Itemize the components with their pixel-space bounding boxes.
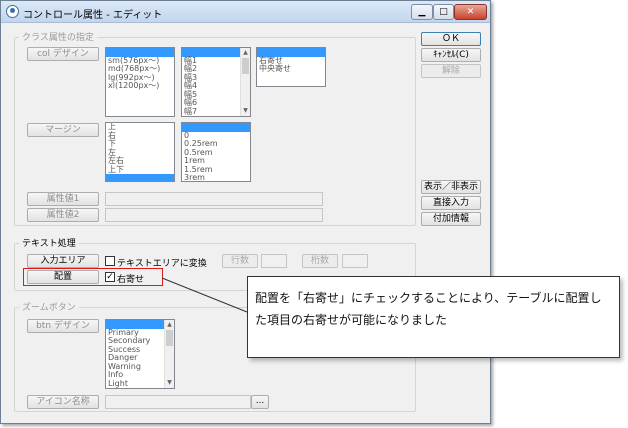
- callout-connector: [161, 277, 248, 313]
- callout-line: [161, 277, 248, 313]
- callout-text: 配置を「右寄せ」にチェックすることにより、テーブルに配置した項目の右寄せが可能に…: [255, 291, 602, 327]
- callout-note: 配置を「右寄せ」にチェックすることにより、テーブルに配置した項目の右寄せが可能に…: [247, 276, 620, 358]
